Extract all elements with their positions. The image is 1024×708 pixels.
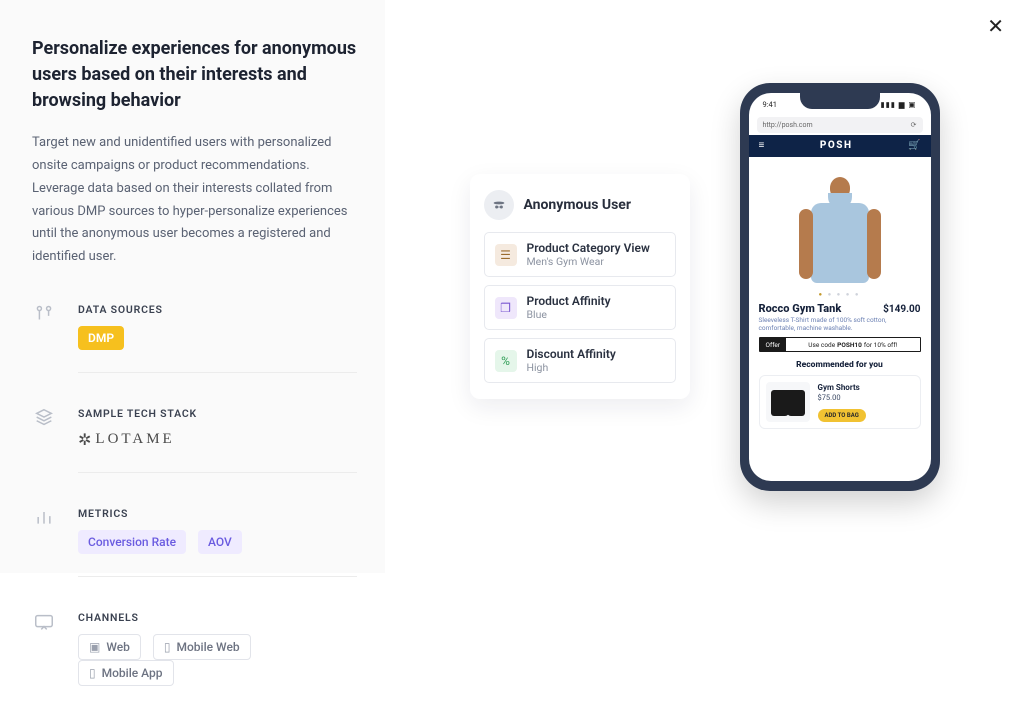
- channel-tag-mobile-web: ▯Mobile Web: [153, 634, 251, 660]
- cart-icon[interactable]: 🛒: [908, 140, 920, 151]
- brand-logo: POSH: [820, 140, 853, 151]
- phone-icon: ▯: [89, 666, 96, 680]
- add-to-bag-button[interactable]: ADD TO BAG: [818, 409, 866, 422]
- recommended-product-card[interactable]: Gym Shorts $75.00 ADD TO BAG: [759, 375, 921, 429]
- channel-tag-mobile-app: ▯Mobile App: [78, 660, 174, 686]
- right-panel: ✕ Anonymous User ☰ Product Category View…: [385, 0, 1024, 573]
- recommended-product-image: [766, 382, 810, 422]
- product-price: $149.00: [883, 304, 920, 315]
- monitor-icon: ▣: [89, 640, 100, 654]
- brand-nav-bar: ≡ POSH 🛒: [749, 135, 931, 157]
- attr-discount-affinity: % Discount AffinityHigh: [484, 338, 676, 383]
- status-time: 9:41: [763, 100, 777, 109]
- discount-icon: %: [495, 350, 517, 372]
- phone-mockup: 9:41 ▮▮▮ ▆ ▣ http://posh.com ⟳ ≡ POSH 🛒: [740, 83, 940, 491]
- carousel-dots[interactable]: ● ● ● ● ●: [759, 291, 921, 298]
- tech-stack-logo-lotame: ✲LOTAME: [78, 430, 175, 450]
- phone-screen: 9:41 ▮▮▮ ▆ ▣ http://posh.com ⟳ ≡ POSH 🛒: [749, 93, 931, 481]
- user-card-title: Anonymous User: [524, 197, 631, 213]
- attr-product-affinity: ❒ Product AffinityBlue: [484, 285, 676, 330]
- phone-notch: [800, 93, 880, 109]
- product-hero-image: [759, 163, 921, 289]
- section-metrics: METRICS Conversion Rate AOV: [32, 507, 357, 577]
- section-channels: CHANNELS ▣Web ▯Mobile Web ▯Mobile App: [32, 611, 357, 708]
- channels-label: CHANNELS: [78, 611, 357, 624]
- status-icons: ▮▮▮ ▆ ▣: [881, 100, 917, 109]
- offer-label: Offer: [760, 338, 787, 351]
- phone-url-bar: http://posh.com ⟳: [757, 117, 923, 133]
- offer-banner: Offer Use code POSH10 for 10% off!: [759, 337, 921, 352]
- channels-icon: [32, 611, 56, 635]
- user-attributes-card: Anonymous User ☰ Product Category ViewMe…: [470, 174, 690, 399]
- channel-tag-web: ▣Web: [78, 634, 141, 660]
- recommended-product-price: $75.00: [818, 393, 866, 402]
- refresh-icon: ⟳: [911, 121, 917, 129]
- tech-stack-icon: [32, 407, 56, 431]
- phone-icon: ▯: [164, 640, 171, 654]
- offer-text: Use code POSH10 for 10% off!: [786, 338, 919, 351]
- data-source-tag-dmp: DMP: [78, 326, 124, 350]
- product-subtitle: Sleeveless T-Shirt made of 100% soft cot…: [759, 316, 921, 333]
- list-icon: ☰: [495, 244, 517, 266]
- cube-icon: ❒: [495, 297, 517, 319]
- attr-product-category-view: ☰ Product Category ViewMen's Gym Wear: [484, 232, 676, 277]
- tech-stack-label: SAMPLE TECH STACK: [78, 407, 357, 420]
- page-description: Target new and unidentified users with p…: [32, 132, 357, 269]
- data-sources-label: DATA SOURCES: [78, 303, 357, 316]
- url-text: http://posh.com: [763, 121, 813, 129]
- recommended-product-name: Gym Shorts: [818, 383, 866, 392]
- page-heading: Personalize experiences for anonymous us…: [32, 36, 357, 114]
- metric-tag-conversion-rate: Conversion Rate: [78, 530, 186, 554]
- metrics-icon: [32, 507, 56, 531]
- recommended-heading: Recommended for you: [759, 360, 921, 370]
- section-tech-stack: SAMPLE TECH STACK ✲LOTAME: [32, 407, 357, 473]
- close-button[interactable]: ✕: [987, 14, 1004, 38]
- left-panel: Personalize experiences for anonymous us…: [0, 0, 385, 573]
- data-sources-icon: [32, 303, 56, 327]
- metric-tag-aov: AOV: [198, 530, 242, 554]
- anonymous-user-icon: [484, 190, 514, 220]
- section-data-sources: DATA SOURCES DMP: [32, 303, 357, 373]
- gear-icon: ✲: [78, 430, 91, 450]
- metrics-label: METRICS: [78, 507, 357, 520]
- hamburger-icon[interactable]: ≡: [759, 140, 765, 151]
- product-name: Rocco Gym Tank: [759, 302, 842, 315]
- tech-stack-logo-text: LOTAME: [95, 431, 174, 448]
